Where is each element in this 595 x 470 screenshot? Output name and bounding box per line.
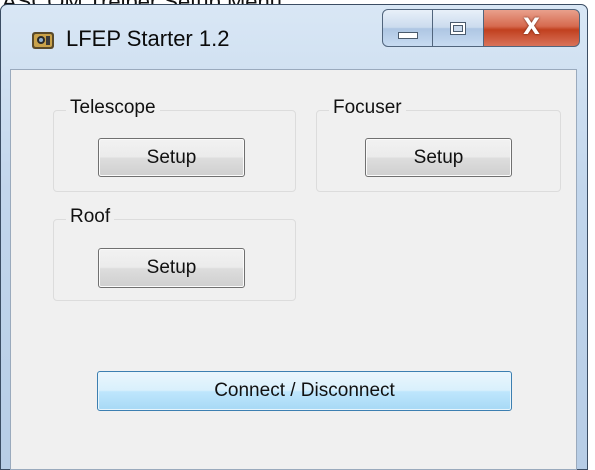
maximize-button[interactable] <box>433 9 484 47</box>
focuser-group: Focuser Setup <box>316 97 561 192</box>
connect-disconnect-button[interactable]: Connect / Disconnect <box>97 371 512 411</box>
telescope-group: Telescope Setup <box>53 97 296 192</box>
focuser-group-label: Focuser <box>329 97 406 119</box>
focuser-setup-button[interactable]: Setup <box>365 138 512 177</box>
roof-group: Roof Setup <box>53 206 296 301</box>
maximize-icon <box>450 21 466 35</box>
roof-setup-button[interactable]: Setup <box>98 248 245 288</box>
telescope-app-icon <box>32 32 54 49</box>
telescope-group-label: Telescope <box>66 97 160 119</box>
window-controls: X <box>382 9 580 47</box>
client-area: Telescope Setup Focuser Setup Roof Setup… <box>10 69 577 470</box>
app-window: LFEP Starter 1.2 X Telescope Setup Focus… <box>0 4 588 470</box>
close-icon: X <box>523 15 540 40</box>
telescope-setup-button[interactable]: Setup <box>98 138 245 177</box>
screenshot: ASCOM Trelber Setup Menu LFEP Starter 1.… <box>0 0 595 470</box>
minimize-button[interactable] <box>382 9 433 47</box>
window-title: LFEP Starter 1.2 <box>66 26 230 51</box>
close-button[interactable]: X <box>484 9 580 47</box>
roof-group-label: Roof <box>66 206 115 228</box>
title-bar[interactable]: LFEP Starter 1.2 X <box>1 5 587 69</box>
minimize-icon <box>397 31 418 39</box>
